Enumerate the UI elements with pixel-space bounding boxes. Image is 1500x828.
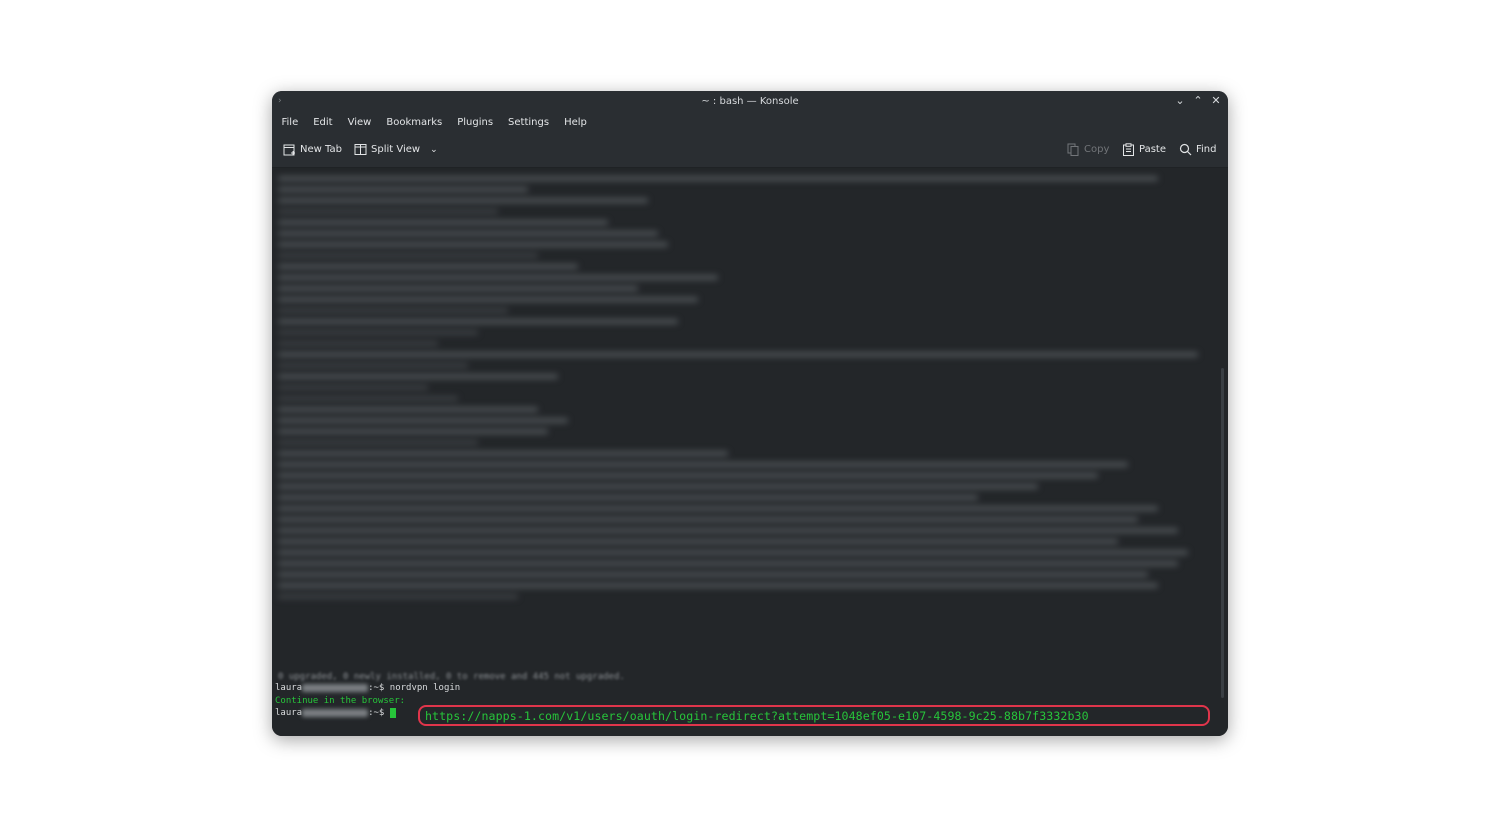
menu-bar: File Edit View Bookmarks Plugins Setting… xyxy=(272,113,1228,135)
menu-plugins[interactable]: Plugins xyxy=(450,113,501,135)
blurred-terminal-output xyxy=(278,170,1208,690)
close-icon[interactable]: ✕ xyxy=(1210,94,1222,108)
blurred-hostname-2 xyxy=(302,708,369,717)
login-url-link[interactable]: https://napps-1.com/v1/users/oauth/login… xyxy=(425,709,1089,723)
copy-label: Copy xyxy=(1084,144,1110,155)
terminal-view[interactable]: 0 upgraded, 0 newly installed, 0 to remo… xyxy=(272,168,1228,736)
maximize-icon[interactable]: ⌃ xyxy=(1192,94,1204,108)
window-title: ~ : bash — Konsole xyxy=(701,96,799,107)
login-command: nordvpn login xyxy=(389,683,461,693)
new-tab-icon xyxy=(283,144,295,156)
find-button[interactable]: Find xyxy=(1179,143,1217,156)
find-label: Find xyxy=(1196,144,1217,155)
chevron-down-icon[interactable]: ⌄ xyxy=(430,145,438,155)
menu-edit[interactable]: Edit xyxy=(306,113,340,135)
paste-icon xyxy=(1123,143,1134,156)
continue-label: Continue in the browser: xyxy=(275,695,406,706)
paste-button[interactable]: Paste xyxy=(1122,143,1166,156)
title-bar[interactable]: › ~ : bash — Konsole ⌄ ⌃ ✕ xyxy=(272,91,1228,113)
menu-help[interactable]: Help xyxy=(557,113,595,135)
terminal-scrollbar[interactable] xyxy=(1221,368,1224,698)
toolbar: New Tab Split View ⌄ Copy Paste Find xyxy=(272,137,1228,168)
terminal-cursor xyxy=(389,707,396,718)
new-tab-button[interactable]: New Tab xyxy=(283,143,342,156)
menu-file[interactable]: File xyxy=(274,113,306,135)
menu-view[interactable]: View xyxy=(340,113,379,135)
minimize-icon[interactable]: ⌄ xyxy=(1174,94,1186,108)
prompt-user-2: laura xyxy=(275,708,303,718)
blurred-hostname xyxy=(302,683,369,692)
prompt-suffix-2: :~$ xyxy=(368,708,385,718)
copy-button[interactable]: Copy xyxy=(1067,143,1109,156)
prompt-user: laura xyxy=(275,683,303,693)
new-tab-label: New Tab xyxy=(300,144,342,155)
menu-settings[interactable]: Settings xyxy=(501,113,557,135)
konsole-window: › ~ : bash — Konsole ⌄ ⌃ ✕ File Edit Vie… xyxy=(272,91,1228,736)
copy-icon xyxy=(1067,143,1079,156)
split-view-icon xyxy=(354,144,367,155)
split-view-label: Split View xyxy=(371,144,421,155)
split-view-button[interactable]: Split View ⌄ xyxy=(354,143,438,156)
apt-summary-line: 0 upgraded, 0 newly installed, 0 to remo… xyxy=(278,672,625,682)
paste-label: Paste xyxy=(1139,144,1166,155)
prompt-suffix: :~$ xyxy=(368,683,385,693)
menu-bookmarks[interactable]: Bookmarks xyxy=(379,113,450,135)
search-icon xyxy=(1179,143,1192,156)
